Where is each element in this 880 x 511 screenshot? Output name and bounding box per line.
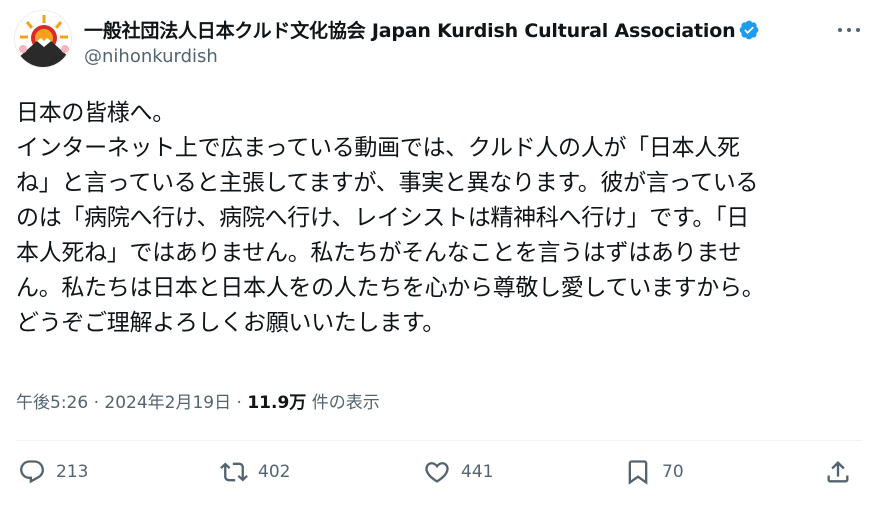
avatar[interactable] [14, 10, 72, 68]
reply-icon [20, 460, 44, 484]
post-date[interactable]: 2024年2月19日 [104, 393, 231, 413]
reply-button[interactable]: 213 [18, 458, 88, 486]
repost-button[interactable]: 402 [220, 458, 290, 486]
heart-icon [425, 462, 449, 483]
like-button[interactable]: 441 [423, 458, 493, 486]
share-icon [827, 461, 849, 483]
view-count: 11.9万 [247, 393, 307, 413]
meta-separator: · [93, 393, 99, 413]
view-count-label: 件の表示 [311, 393, 380, 413]
more-dot-icon [847, 28, 851, 32]
share-button[interactable] [824, 458, 852, 486]
post-time[interactable]: 午後5:26 [16, 393, 88, 413]
post-text: 日本の皆様へ。 インターネット上で広まっている動画では、クルド人の人が「日本人死… [16, 100, 765, 336]
verified-badge-icon [740, 20, 759, 39]
post-meta: 午後5:26 · 2024年2月19日 · 11.9万 件の表示 [16, 388, 380, 413]
more-dot-icon [838, 28, 842, 32]
display-name[interactable]: 一般社団法人日本クルド文化協会 Japan Kurdish Cultural A… [84, 16, 735, 43]
reply-count: 213 [56, 462, 89, 482]
bookmark-button[interactable]: 70 [624, 458, 684, 486]
repost-count: 402 [258, 462, 291, 482]
user-handle[interactable]: @nihonkurdish [84, 46, 218, 67]
meta-separator: · [236, 393, 242, 413]
name-row: 一般社団法人日本クルド文化協会 Japan Kurdish Cultural A… [84, 16, 760, 43]
avatar-logo-icon [15, 11, 71, 67]
more-dot-icon [856, 28, 860, 32]
bookmark-count: 70 [662, 462, 684, 482]
more-options-button[interactable] [832, 16, 866, 44]
divider [16, 440, 862, 441]
repost-icon [220, 462, 248, 482]
action-bar: 213 402 441 70 [16, 458, 866, 498]
like-count: 441 [461, 462, 494, 482]
post-header: 一般社団法人日本クルド文化協会 Japan Kurdish Cultural A… [14, 10, 866, 74]
bookmark-icon [628, 460, 648, 485]
